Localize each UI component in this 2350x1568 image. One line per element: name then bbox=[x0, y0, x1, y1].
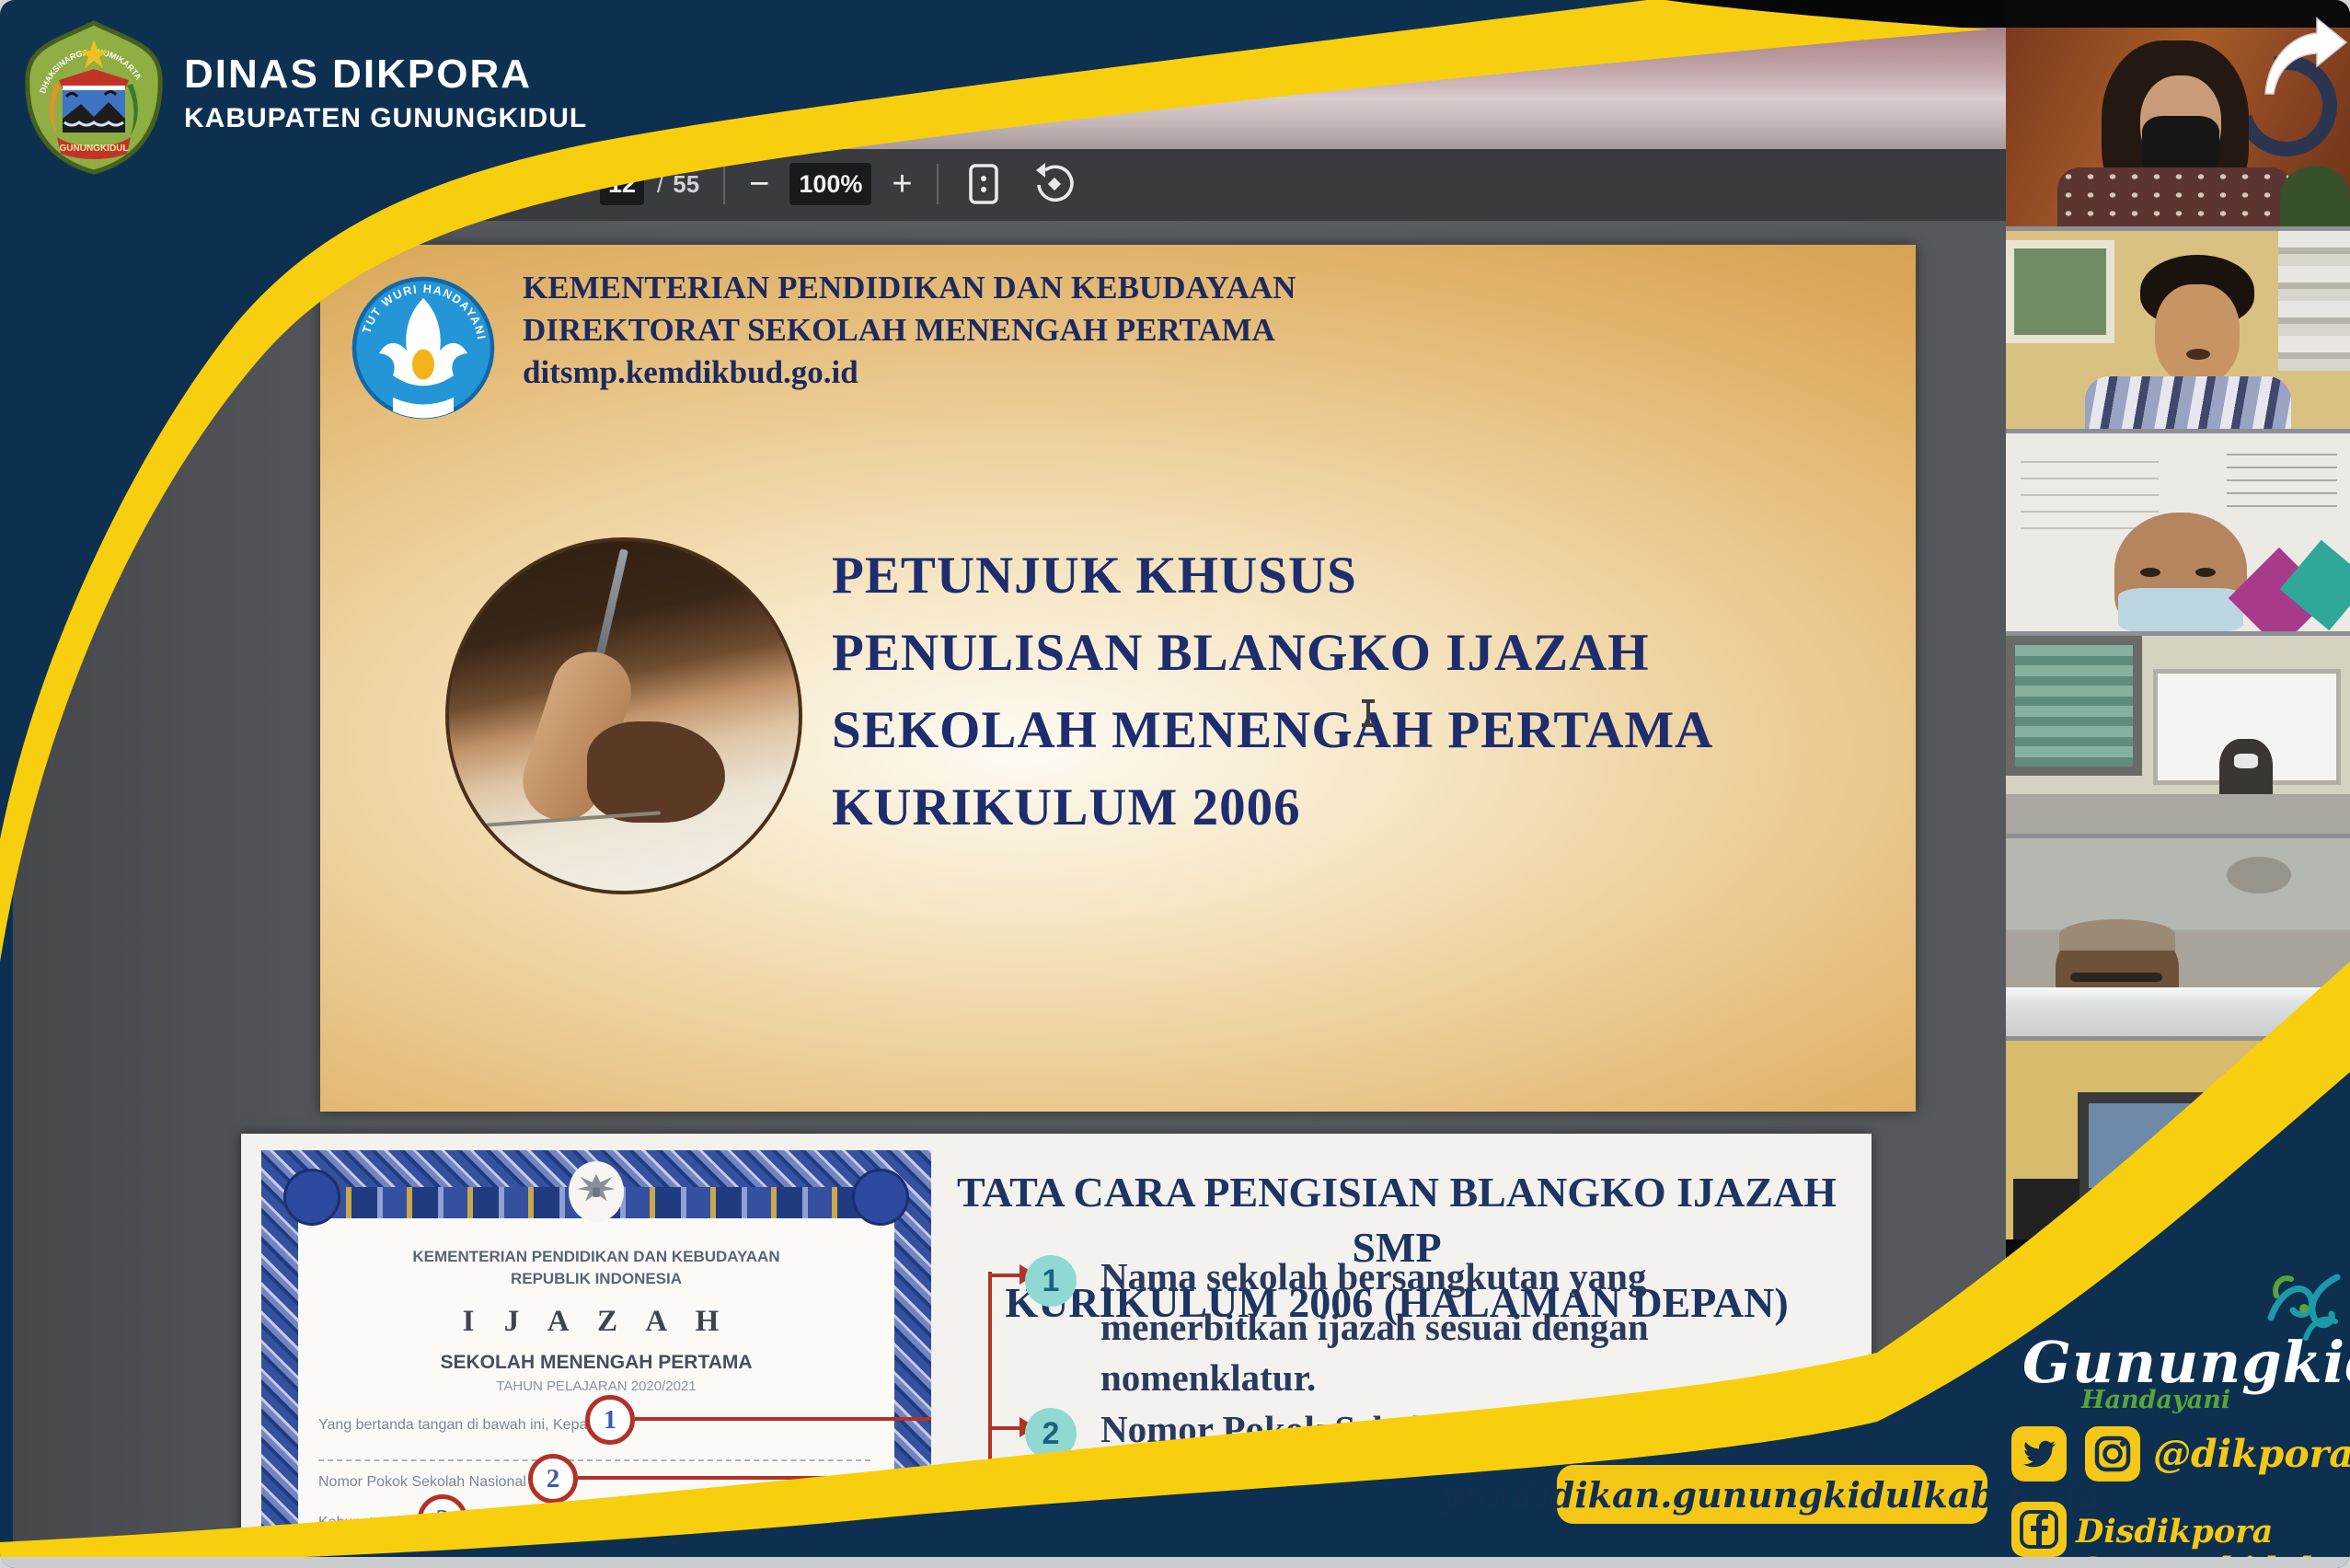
toolbar-divider bbox=[723, 164, 725, 204]
gunungkidul-shield-logo: DHAKSINARGA BHUMIKARTA GUNUNGKIDUL bbox=[20, 18, 167, 177]
certificate-header-line2: REPUBLIK INDONESIA bbox=[309, 1268, 883, 1290]
item-text: Nomor Pokok Sekolah Nasional (NPSN) bbox=[1100, 1404, 1745, 1455]
certificate-field-label: Nomor Pokok Sekolah Nasional : bbox=[318, 1474, 535, 1491]
rotate-icon[interactable] bbox=[1032, 161, 1077, 207]
zoom-in-button[interactable]: + bbox=[892, 167, 912, 202]
facebook-icon[interactable] bbox=[2011, 1502, 2067, 1562]
tata-cara-item: 2 Nomor Pokok Sekolah Nasional (NPSN) bbox=[1025, 1404, 1872, 1459]
website-banner: pendidikan.gunungkidulkab.go.id bbox=[1557, 1465, 1987, 1524]
red-connector-line bbox=[988, 1272, 992, 1520]
item-text: Nama sekolah bersangkutan yang menerbitk… bbox=[1100, 1251, 1855, 1403]
ministry-line2: DIREKTORAT SEKOLAH MENENGAH PERTAMA bbox=[523, 309, 1296, 352]
toolbar-divider bbox=[937, 164, 939, 204]
brand-tagline: Handayani bbox=[2081, 1386, 2230, 1414]
fit-page-icon[interactable] bbox=[962, 161, 1005, 207]
ministry-line1: KEMENTERIAN PENDIDIKAN DAN KEBUDAYAAN bbox=[523, 267, 1296, 309]
item-number-badge: 1 bbox=[1025, 1255, 1077, 1307]
item-number-badge: 2 bbox=[1025, 1408, 1077, 1459]
share-arrow-icon[interactable] bbox=[2256, 15, 2350, 99]
page-total: 55 bbox=[673, 170, 699, 199]
certificate-marker-2: 2 bbox=[528, 1454, 578, 1504]
window-bottom-edge bbox=[0, 1557, 2350, 1568]
video-tile-5[interactable] bbox=[2006, 838, 2350, 1037]
certificate-marker-3: 3 bbox=[418, 1494, 467, 1544]
shield-banner-text: GUNUNGKIDUL bbox=[60, 144, 129, 154]
certificate-marker-1: 1 bbox=[585, 1395, 635, 1445]
title-line4: KURIKULUM 2006 bbox=[832, 769, 1713, 847]
kemdikbud-logo: TUT WURI HANDAYANI bbox=[351, 261, 495, 445]
ministry-line3: ditsmp.kemdikbud.go.id bbox=[523, 352, 1296, 394]
ijazah-certificate-image: KEMENTERIAN PENDIDIKAN DAN KEBUDAYAAN RE… bbox=[261, 1150, 931, 1568]
item-number-badge: 3 bbox=[1025, 1487, 1077, 1539]
certificate-field-label: Kabupaten/Kota bbox=[318, 1515, 424, 1531]
hand-writing-photo bbox=[445, 537, 802, 894]
pdf-page-12-title-slide: TUT WURI HANDAYANI KEMENTERIAN PENDIDIKA… bbox=[320, 245, 1916, 1112]
agency-name: DINAS DIKPORA bbox=[184, 52, 532, 98]
slide-ministry-block: KEMENTERIAN PENDIDIKAN DAN KEBUDAYAAN DI… bbox=[523, 267, 1296, 394]
title-line2: PENULISAN BLANGKO IJAZAH bbox=[832, 615, 1713, 692]
title-line1: PETUNJUK KHUSUS bbox=[832, 537, 1713, 615]
certificate-title: I J A Z A H bbox=[309, 1305, 883, 1339]
video-tile-6[interactable] bbox=[2006, 1041, 2350, 1239]
meeting-window: 12 / 55 − 100% + TUT WURI HANDAYANI bbox=[0, 0, 2350, 1568]
title-line3: SEKOLAH MENENGAH PERTAMA bbox=[832, 692, 1713, 769]
video-tile-4[interactable] bbox=[2006, 636, 2350, 835]
zoom-out-button[interactable]: − bbox=[749, 167, 769, 202]
page-number-input[interactable]: 12 bbox=[600, 163, 644, 205]
certificate-field-label: Yang bertanda tangan di bawah ini, Kepal… bbox=[318, 1417, 599, 1434]
page-separator: / bbox=[657, 170, 663, 199]
certificate-year: TAHUN PELAJARAN 2020/2021 bbox=[309, 1378, 883, 1394]
twitter-icon[interactable] bbox=[2011, 1426, 2067, 1486]
certificate-header-line1: KEMENTERIAN PENDIDIKAN DAN KEBUDAYAAN bbox=[309, 1246, 883, 1268]
text-cursor bbox=[1366, 699, 1370, 727]
certificate-subtitle: SEKOLAH MENENGAH PERTAMA bbox=[309, 1352, 883, 1374]
social-handle: @dikpora_gk bbox=[2153, 1432, 2350, 1476]
video-tile-2[interactable] bbox=[2006, 231, 2350, 430]
garuda-emblem bbox=[569, 1161, 624, 1222]
certificate-corner-ornament bbox=[852, 1169, 909, 1226]
certificate-heading: KEMENTERIAN PENDIDIKAN DAN KEBUDAYAAN RE… bbox=[309, 1246, 883, 1394]
certificate-corner-ornament bbox=[283, 1169, 340, 1226]
pdf-toolbar-controls: 12 / 55 − 100% + bbox=[600, 155, 1077, 213]
zoom-level-input[interactable]: 100% bbox=[789, 163, 871, 205]
instagram-icon[interactable] bbox=[2085, 1426, 2140, 1486]
tata-cara-item: 1 Nama sekolah bersangkutan yang menerbi… bbox=[1025, 1251, 1872, 1403]
video-tile-3[interactable] bbox=[2006, 433, 2350, 632]
website-url: pendidikan.gunungkidulkab.go.id bbox=[1440, 1474, 2103, 1516]
agency-region: KABUPATEN GUNUNGKIDUL bbox=[184, 103, 587, 134]
slide-title-block: PETUNJUK KHUSUS PENULISAN BLANGKO IJAZAH… bbox=[832, 537, 1713, 847]
